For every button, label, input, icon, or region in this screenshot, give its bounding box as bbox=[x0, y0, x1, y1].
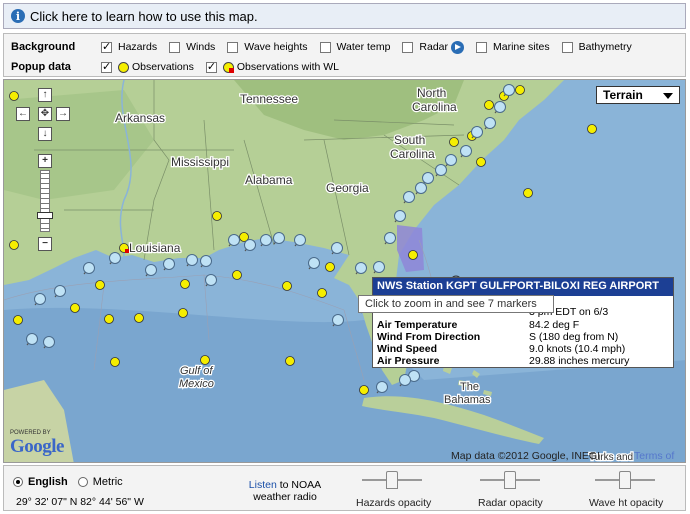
zoom-slider-handle[interactable] bbox=[37, 212, 53, 219]
pan-down-button[interactable]: ↓ bbox=[38, 127, 52, 141]
observation-marker-icon bbox=[118, 61, 129, 73]
popup-row: Wind Speed 9.0 knots (10.4 mph) bbox=[377, 343, 625, 355]
option-wave-heights[interactable]: Wave heights bbox=[227, 41, 308, 53]
listen-link[interactable]: Listen bbox=[249, 479, 277, 491]
map-attribution: Map data ©2012 Google, INEGI bbox=[451, 450, 600, 462]
option-radar[interactable]: Radar bbox=[402, 40, 465, 54]
radio-info: Listen to NOAA weather radio bbox=[230, 479, 340, 503]
wave-ht-opacity-slider[interactable] bbox=[595, 470, 655, 490]
hazards-opacity-slider[interactable] bbox=[362, 470, 422, 490]
option-observations[interactable]: Observations bbox=[101, 60, 194, 73]
help-link[interactable]: Click here to learn how to use this map. bbox=[30, 9, 258, 24]
popup-key: Air Temperature bbox=[377, 319, 458, 331]
option-bathymetry[interactable]: Bathymetry bbox=[561, 41, 632, 53]
option-hazards[interactable]: Hazards bbox=[101, 40, 158, 53]
slider-knob[interactable] bbox=[504, 471, 516, 489]
observation-wl-marker-icon bbox=[222, 61, 234, 73]
popup-row: Air Pressure 29.88 inches mercury bbox=[377, 355, 629, 367]
map-type-select[interactable]: Terrain bbox=[596, 86, 680, 104]
pan-center-button[interactable]: ✥ bbox=[38, 107, 52, 121]
slider-knob[interactable] bbox=[386, 471, 398, 489]
zoom-out-button[interactable]: − bbox=[38, 237, 52, 251]
google-logo[interactable]: POWERED BY Google bbox=[10, 430, 65, 458]
popup-key: Air Pressure bbox=[377, 355, 440, 367]
popup-row: Air Temperature 84.2 deg F bbox=[377, 319, 579, 331]
wave-heights-checkbox[interactable] bbox=[227, 41, 239, 53]
hazards-opacity-label: Hazards opacity bbox=[356, 497, 432, 509]
cursor-coordinates: 29° 32' 07" N 82° 44' 56" W bbox=[16, 496, 144, 508]
info-icon: i bbox=[11, 9, 25, 23]
listen-text: to NOAA bbox=[279, 479, 322, 491]
map-canvas[interactable]: North Carolina Tennessee Arkansas South … bbox=[3, 79, 686, 463]
observations-label: Observations bbox=[132, 61, 194, 73]
popup-value: 9.0 knots (10.4 mph) bbox=[529, 343, 626, 355]
option-water-temp[interactable]: Water temp bbox=[319, 41, 391, 53]
help-bar[interactable]: i Click here to learn how to use this ma… bbox=[3, 3, 686, 29]
unit-selector: English Metric bbox=[13, 476, 123, 488]
listen-text-2: weather radio bbox=[253, 491, 317, 503]
option-observations-wl[interactable]: Observations with WL bbox=[205, 60, 339, 73]
popup-data-title: Popup data bbox=[11, 61, 71, 73]
popup-data-row: Popup data Observations Observations wit… bbox=[4, 57, 351, 77]
wave-ht-opacity-label: Wave ht opacity bbox=[589, 497, 664, 509]
wave-heights-label: Wave heights bbox=[244, 41, 308, 53]
water-temp-checkbox[interactable] bbox=[319, 41, 331, 53]
terms-of-use-link[interactable]: Terms of Use bbox=[634, 450, 685, 462]
hazards-checkbox[interactable] bbox=[101, 40, 112, 53]
observations-checkbox[interactable] bbox=[101, 60, 112, 73]
slider-knob[interactable] bbox=[619, 471, 631, 489]
chevron-down-icon bbox=[663, 93, 673, 99]
radar-play-icon[interactable] bbox=[451, 40, 465, 54]
option-marine-sites[interactable]: Marine sites bbox=[476, 41, 550, 53]
footer-controls: English Metric 29° 32' 07" N 82° 44' 56"… bbox=[3, 465, 686, 511]
option-winds[interactable]: Winds bbox=[169, 41, 215, 53]
popup-value: 84.2 deg F bbox=[529, 319, 580, 331]
popup-title: NWS Station KGPT GULFPORT-BILOXI REG AIR… bbox=[373, 278, 673, 296]
popup-value: S (180 deg from N) bbox=[529, 331, 619, 343]
water-temp-label: Water temp bbox=[336, 41, 391, 53]
pan-right-button[interactable]: → bbox=[56, 107, 70, 121]
popup-value: 29.88 inches mercury bbox=[529, 355, 630, 367]
observations-wl-label: Observations with WL bbox=[236, 61, 339, 73]
zoom-in-button[interactable]: + bbox=[38, 154, 52, 168]
background-title: Background bbox=[11, 41, 76, 53]
google-wordmark: Google bbox=[10, 436, 65, 457]
metric-label: Metric bbox=[92, 476, 123, 488]
marine-sites-checkbox[interactable] bbox=[476, 41, 488, 53]
map-base bbox=[4, 80, 685, 462]
marine-sites-label: Marine sites bbox=[493, 41, 550, 53]
cluster-tooltip: Click to zoom in and see 7 markers bbox=[358, 295, 554, 313]
winds-checkbox[interactable] bbox=[169, 41, 181, 53]
radar-opacity-slider[interactable] bbox=[480, 470, 540, 490]
popup-key: Wind From Direction bbox=[377, 331, 481, 343]
background-row: Background Hazards Winds Wave heights Wa… bbox=[4, 37, 644, 57]
english-radio[interactable] bbox=[13, 477, 23, 487]
radar-label: Radar bbox=[419, 41, 449, 53]
popup-row: Wind From Direction S (180 deg from N) bbox=[377, 331, 618, 343]
observations-wl-checkbox[interactable] bbox=[205, 60, 217, 73]
station-popup: NWS Station KGPT GULFPORT-BILOXI REG AIR… bbox=[372, 277, 674, 368]
bathymetry-label: Bathymetry bbox=[578, 41, 632, 53]
map-type-value: Terrain bbox=[603, 88, 643, 102]
english-label: English bbox=[28, 476, 68, 488]
radar-opacity-label: Radar opacity bbox=[478, 497, 543, 509]
metric-radio[interactable] bbox=[77, 477, 88, 487]
hazards-label: Hazards bbox=[118, 41, 158, 53]
bathymetry-checkbox[interactable] bbox=[561, 41, 573, 53]
winds-label: Winds bbox=[186, 41, 216, 53]
zoom-slider-track[interactable] bbox=[40, 170, 50, 232]
popup-key: Wind Speed bbox=[377, 343, 437, 355]
radar-checkbox[interactable] bbox=[402, 41, 414, 53]
pan-left-button[interactable]: ← bbox=[16, 107, 30, 121]
pan-up-button[interactable]: ↑ bbox=[38, 88, 52, 102]
layer-controls: Background Hazards Winds Wave heights Wa… bbox=[3, 33, 686, 77]
